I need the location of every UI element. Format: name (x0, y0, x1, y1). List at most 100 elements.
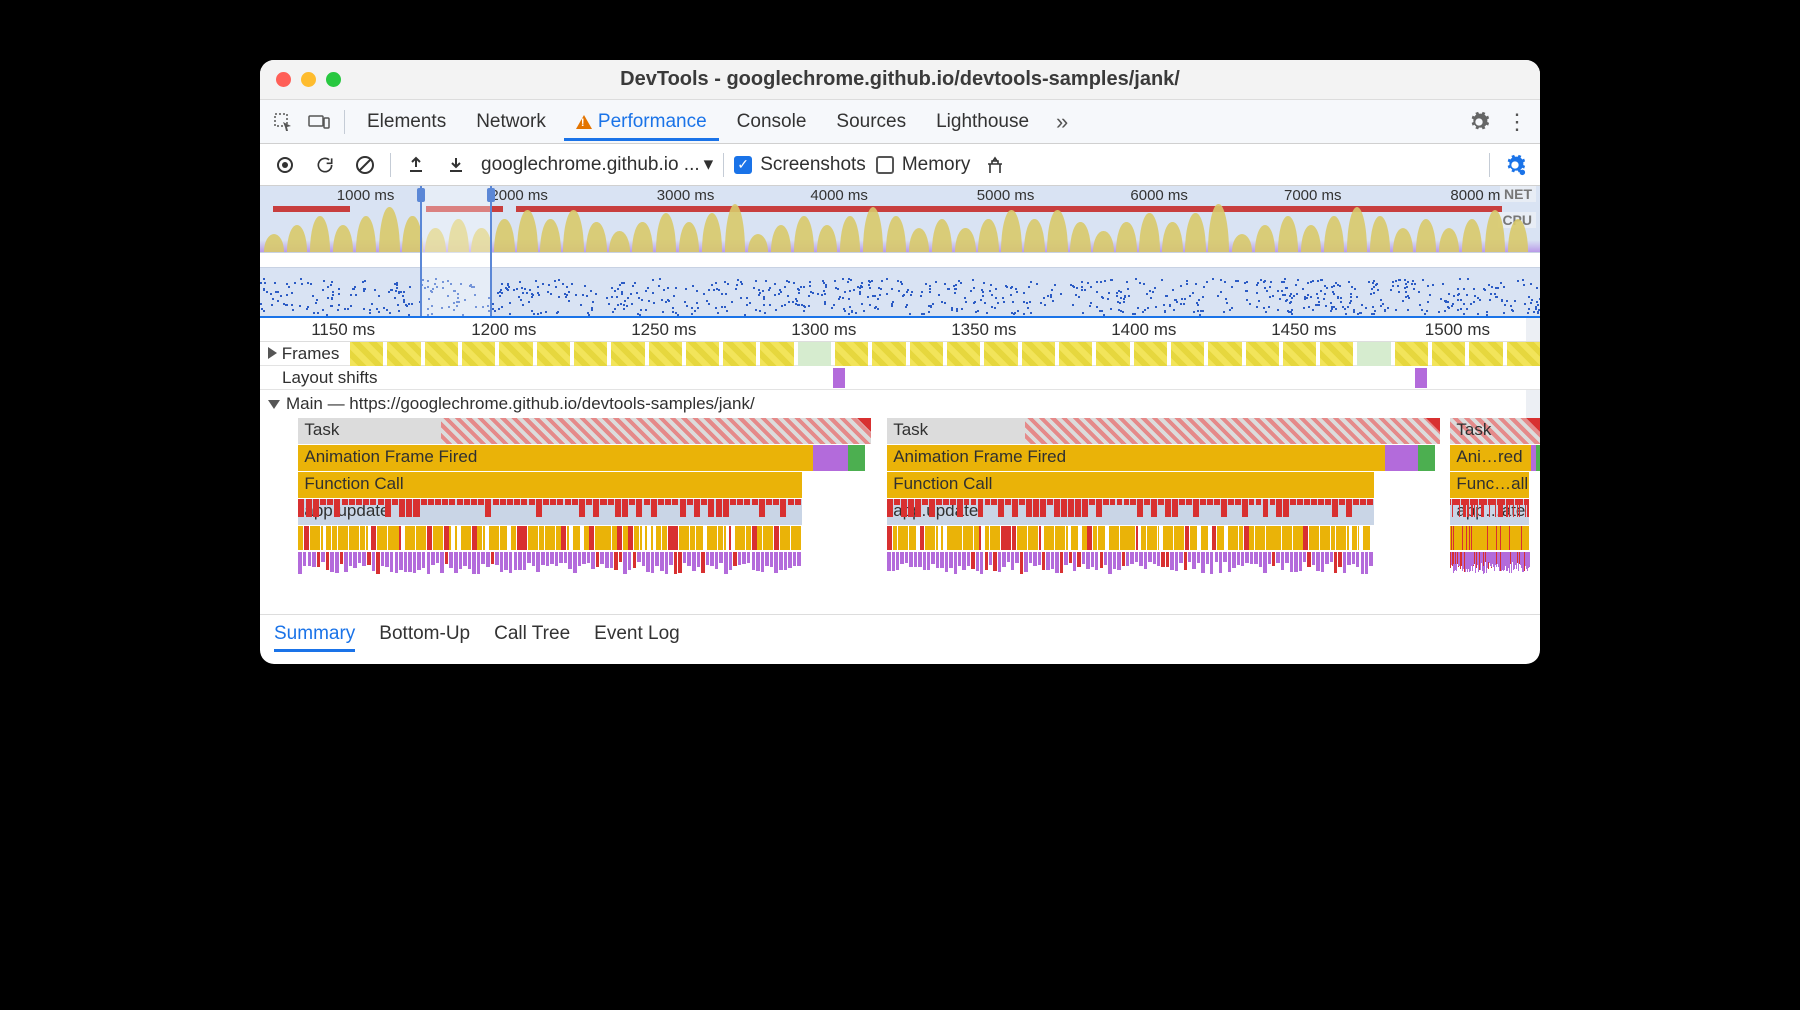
frame-block[interactable] (1059, 342, 1092, 366)
detail-tick: 1150 ms (311, 320, 375, 340)
flame-event-function-call[interactable]: Func…all (1450, 472, 1529, 498)
tab-sources[interactable]: Sources (824, 103, 918, 141)
reload-record-button[interactable] (310, 150, 340, 180)
capture-settings-gear-icon[interactable] (1500, 150, 1530, 180)
flame-event-function-call[interactable]: Function Call (298, 472, 802, 498)
flame-event-task[interactable] (1025, 418, 1440, 444)
flame-event-task[interactable] (441, 418, 870, 444)
layout-shift-marker[interactable] (1415, 368, 1427, 388)
tab-bottom-up[interactable]: Bottom-Up (379, 623, 470, 652)
minimize-window-button[interactable] (301, 72, 316, 87)
frame-block[interactable] (1246, 342, 1279, 366)
overview-tick: 2000 ms (490, 187, 548, 204)
frame-block[interactable] (910, 342, 943, 366)
frame-block[interactable] (723, 342, 756, 366)
memory-checkbox[interactable]: Memory (876, 154, 971, 176)
frame-block[interactable] (1320, 342, 1353, 366)
recording-selector-dropdown[interactable]: googlechrome.github.io ... ▾ (481, 153, 713, 176)
flame-event-rendering[interactable] (813, 445, 847, 471)
frame-block[interactable] (649, 342, 682, 366)
flame-event-function-call[interactable]: Function Call (887, 472, 1374, 498)
frame-block[interactable] (872, 342, 905, 366)
clear-button[interactable] (350, 150, 380, 180)
flame-event-rendering[interactable] (1385, 445, 1418, 471)
flame-micro-row (298, 499, 802, 523)
flame-event-animation-frame[interactable]: Animation Frame Fired (887, 445, 1385, 471)
screenshots-checkbox[interactable]: Screenshots (734, 154, 866, 176)
tab-lighthouse[interactable]: Lighthouse (924, 103, 1041, 141)
checkbox-icon (734, 156, 752, 174)
frame-block[interactable] (1357, 342, 1390, 366)
inspect-element-icon[interactable] (268, 107, 298, 137)
memory-label: Memory (902, 154, 971, 176)
recording-selector-label: googlechrome.github.io ... (481, 154, 700, 176)
frame-block[interactable] (1469, 342, 1502, 366)
frame-block[interactable] (984, 342, 1017, 366)
device-toggle-icon[interactable] (304, 107, 334, 137)
kebab-menu-icon[interactable]: ⋮ (1502, 107, 1532, 137)
frame-block[interactable] (1171, 342, 1204, 366)
frame-block[interactable] (1507, 342, 1540, 366)
frame-block[interactable] (537, 342, 570, 366)
frames-track[interactable]: Frames (260, 342, 1540, 366)
tab-network[interactable]: Network (464, 103, 558, 141)
frame-block[interactable] (1283, 342, 1316, 366)
frame-block[interactable] (499, 342, 532, 366)
frame-block[interactable] (947, 342, 980, 366)
tab-elements[interactable]: Elements (355, 103, 458, 141)
frame-block[interactable] (1208, 342, 1241, 366)
flame-event-animation-frame[interactable]: Ani…red (1450, 445, 1531, 471)
frames-track-header[interactable]: Frames (260, 342, 347, 366)
flame-event-painting[interactable] (848, 445, 865, 471)
frame-block[interactable] (835, 342, 868, 366)
frame-block[interactable] (574, 342, 607, 366)
frames-lane[interactable] (350, 342, 1540, 366)
frame-block[interactable] (1432, 342, 1465, 366)
frame-block[interactable] (462, 342, 495, 366)
selection-grip-right[interactable] (487, 188, 495, 202)
frame-block[interactable] (798, 342, 831, 366)
frame-block[interactable] (611, 342, 644, 366)
layout-shifts-track[interactable]: Layout shifts (260, 366, 1540, 390)
frame-block[interactable] (1134, 342, 1167, 366)
flame-event-painting[interactable] (1536, 445, 1540, 471)
layout-shift-marker[interactable] (833, 368, 845, 388)
upload-profile-icon[interactable] (401, 150, 431, 180)
flame-event-animation-frame[interactable]: Animation Frame Fired (298, 445, 813, 471)
frame-block[interactable] (760, 342, 793, 366)
frame-block[interactable] (686, 342, 719, 366)
flame-event-task[interactable]: Task (298, 418, 441, 444)
tab-call-tree[interactable]: Call Tree (494, 623, 570, 652)
record-button[interactable] (270, 150, 300, 180)
tab-performance-label: Performance (598, 111, 707, 133)
close-window-button[interactable] (276, 72, 291, 87)
frame-block[interactable] (1395, 342, 1428, 366)
details-tabstrip: Summary Bottom-Up Call Tree Event Log (260, 614, 1540, 664)
detail-panel: 1150 ms 1200 ms 1250 ms 1300 ms 1350 ms … (260, 318, 1540, 614)
tab-summary[interactable]: Summary (274, 623, 355, 652)
tab-performance[interactable]: Performance (564, 103, 719, 141)
download-profile-icon[interactable] (441, 150, 471, 180)
main-track-header[interactable]: Main — https://googlechrome.github.io/de… (260, 390, 1540, 418)
flame-event-task[interactable]: Task (1450, 418, 1540, 444)
frame-block[interactable] (387, 342, 420, 366)
flame-micro-row (298, 526, 802, 550)
detail-ruler[interactable]: 1150 ms 1200 ms 1250 ms 1300 ms 1350 ms … (260, 318, 1540, 342)
maximize-window-button[interactable] (326, 72, 341, 87)
flame-event-painting[interactable] (1418, 445, 1435, 471)
flame-micro-row (1450, 499, 1529, 523)
settings-gear-icon[interactable] (1464, 107, 1494, 137)
flame-event-task[interactable]: Task (887, 418, 1025, 444)
frame-block[interactable] (350, 342, 383, 366)
collect-garbage-icon[interactable] (980, 150, 1010, 180)
selection-grip-left[interactable] (417, 188, 425, 202)
flame-chart[interactable]: TaskAnimation Frame FiredFunction Callap… (260, 418, 1540, 614)
timeline-overview[interactable]: 1000 ms 2000 ms 3000 ms 4000 ms 5000 ms … (260, 186, 1540, 318)
overview-selection-window[interactable] (420, 186, 492, 316)
frame-block[interactable] (425, 342, 458, 366)
frame-block[interactable] (1022, 342, 1055, 366)
tab-event-log[interactable]: Event Log (594, 623, 680, 652)
more-tabs-icon[interactable]: » (1047, 107, 1077, 137)
tab-console[interactable]: Console (725, 103, 819, 141)
frame-block[interactable] (1096, 342, 1129, 366)
